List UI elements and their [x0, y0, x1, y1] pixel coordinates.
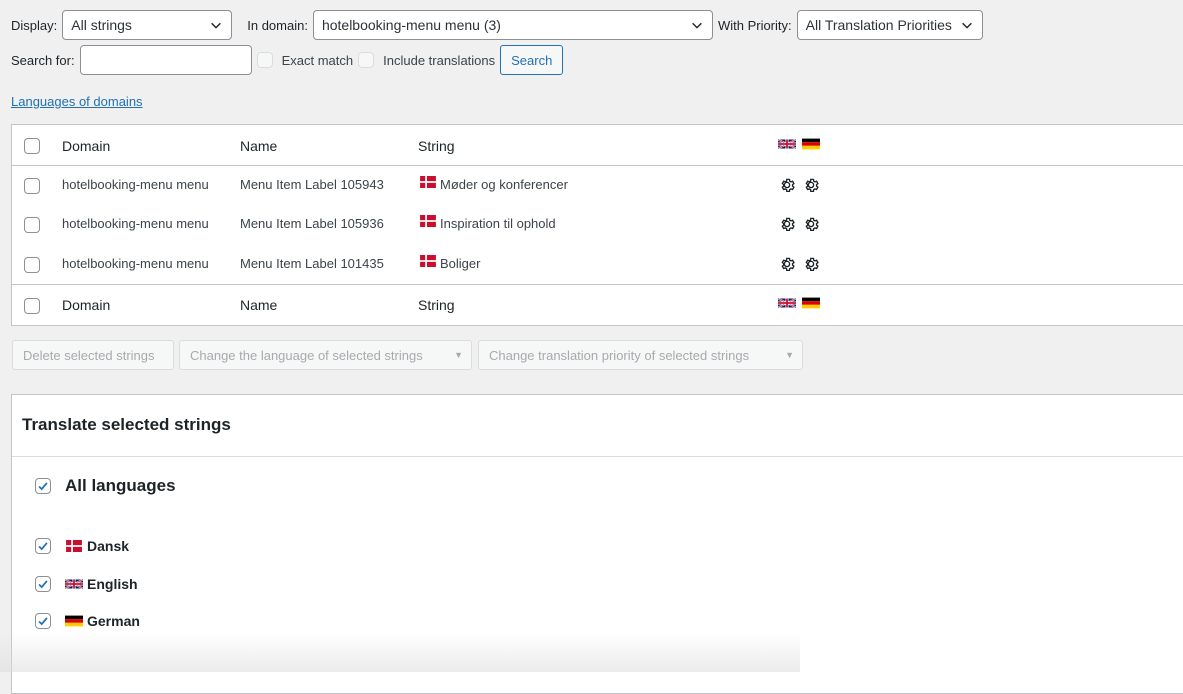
language-option-dansk[interactable]: Dansk [35, 538, 129, 554]
languages-of-domains-link[interactable]: Languages of domains [11, 94, 143, 109]
check-icon [36, 577, 50, 591]
priority-label: With Priority: [717, 17, 792, 33]
chevron-down-icon [209, 18, 223, 32]
domain-select[interactable]: hotelbooking-menu menu (3) [312, 10, 713, 40]
flag-dk-icon [419, 176, 437, 188]
include-translations-label: Include translations [383, 52, 496, 68]
table-row: hotelbooking-menu menu Menu Item Label 1… [12, 204, 1183, 244]
filter-row: Display: All strings In domain: hotelboo… [11, 10, 983, 40]
delete-selected-button[interactable]: Delete selected strings [12, 340, 174, 370]
language-checkbox[interactable] [35, 538, 51, 554]
change-language-label: Change the language of selected strings [190, 347, 423, 363]
row-string: Møder og konferencer [440, 177, 568, 192]
chevron-down-icon [960, 18, 974, 32]
exact-match-label: Exact match [281, 52, 354, 68]
language-label: German [87, 613, 140, 629]
flag-de-icon [802, 138, 820, 150]
delete-selected-label: Delete selected strings [23, 347, 155, 363]
caret-down-icon: ▼ [454, 350, 463, 360]
language-label: English [87, 576, 138, 592]
row-domain: hotelbooking-menu menu [62, 216, 209, 231]
row-checkbox[interactable] [24, 217, 40, 233]
search-button[interactable]: Search [500, 45, 564, 75]
display-select[interactable]: All strings [62, 10, 233, 40]
row-domain: hotelbooking-menu menu [62, 177, 209, 192]
panel-divider [12, 456, 1183, 457]
priority-select-value: All Translation Priorities [805, 17, 952, 33]
search-label: Search for: [11, 52, 75, 68]
flag-uk-icon [65, 578, 83, 590]
change-priority-label: Change translation priority of selected … [489, 347, 750, 363]
column-string[interactable]: String [418, 297, 455, 313]
column-string[interactable]: String [418, 138, 455, 154]
row-name: Menu Item Label 101435 [240, 256, 384, 271]
column-name[interactable]: Name [240, 297, 277, 313]
row-checkbox[interactable] [24, 257, 40, 273]
row-checkbox[interactable] [24, 178, 40, 194]
row-name: Menu Item Label 105943 [240, 177, 384, 192]
language-checkbox[interactable] [35, 613, 51, 629]
translate-panel-title: Translate selected strings [22, 415, 231, 434]
table-footer: Domain Name String [12, 285, 1183, 325]
change-priority-select[interactable]: Change translation priority of selected … [478, 340, 803, 370]
all-languages-label: All languages [65, 476, 176, 495]
column-name[interactable]: Name [240, 138, 277, 154]
language-checkbox[interactable] [35, 576, 51, 592]
language-option-english[interactable]: English [35, 576, 138, 592]
gear-icon[interactable] [802, 176, 820, 194]
search-row: Search for: Exact match Include translat… [11, 45, 564, 75]
column-domain[interactable]: Domain [62, 138, 110, 154]
flag-dk-icon [65, 540, 83, 552]
table-header: Domain Name String [12, 125, 1183, 165]
column-domain[interactable]: Domain [62, 297, 110, 313]
search-input[interactable] [79, 45, 252, 75]
exact-match-checkbox[interactable] [256, 52, 273, 68]
change-language-select[interactable]: Change the language of selected strings … [179, 340, 472, 370]
all-languages-option[interactable]: All languages [35, 476, 176, 496]
translate-panel: Translate selected strings All languages… [11, 394, 1183, 694]
flag-dk-icon [419, 215, 437, 227]
include-translations-checkbox[interactable] [358, 52, 375, 68]
gear-icon[interactable] [778, 215, 796, 233]
row-string: Inspiration til ophold [440, 216, 556, 231]
chevron-down-icon [690, 18, 704, 32]
language-label: Dansk [87, 538, 130, 554]
select-all-checkbox[interactable] [24, 138, 40, 154]
table-row: hotelbooking-menu menu Menu Item Label 1… [12, 244, 1183, 284]
row-domain: hotelbooking-menu menu [62, 256, 209, 271]
flag-uk-icon [778, 297, 796, 309]
display-select-value: All strings [71, 17, 132, 33]
table-row: hotelbooking-menu menu Menu Item Label 1… [12, 165, 1183, 205]
select-all-checkbox[interactable] [24, 298, 40, 314]
caret-down-icon: ▼ [785, 350, 794, 360]
priority-select[interactable]: All Translation Priorities [796, 10, 983, 40]
gear-icon[interactable] [778, 176, 796, 194]
flag-dk-icon [419, 255, 437, 267]
flag-uk-icon [778, 138, 796, 150]
row-string: Boliger [440, 256, 481, 271]
language-option-german[interactable]: German [35, 613, 140, 629]
flag-de-icon [65, 615, 83, 627]
flag-de-icon [802, 297, 820, 309]
gear-icon[interactable] [802, 215, 820, 233]
check-icon [36, 479, 50, 493]
display-label: Display: [11, 17, 58, 33]
gear-icon[interactable] [778, 255, 796, 273]
row-name: Menu Item Label 105936 [240, 216, 384, 231]
domain-select-value: hotelbooking-menu menu (3) [321, 17, 501, 33]
gear-icon[interactable] [802, 255, 820, 273]
check-icon [36, 539, 50, 553]
check-icon [36, 614, 50, 628]
strings-table: Domain Name String hotelbooking-menu men… [11, 124, 1183, 326]
domain-label: In domain: [247, 17, 308, 33]
all-languages-checkbox[interactable] [35, 478, 51, 494]
